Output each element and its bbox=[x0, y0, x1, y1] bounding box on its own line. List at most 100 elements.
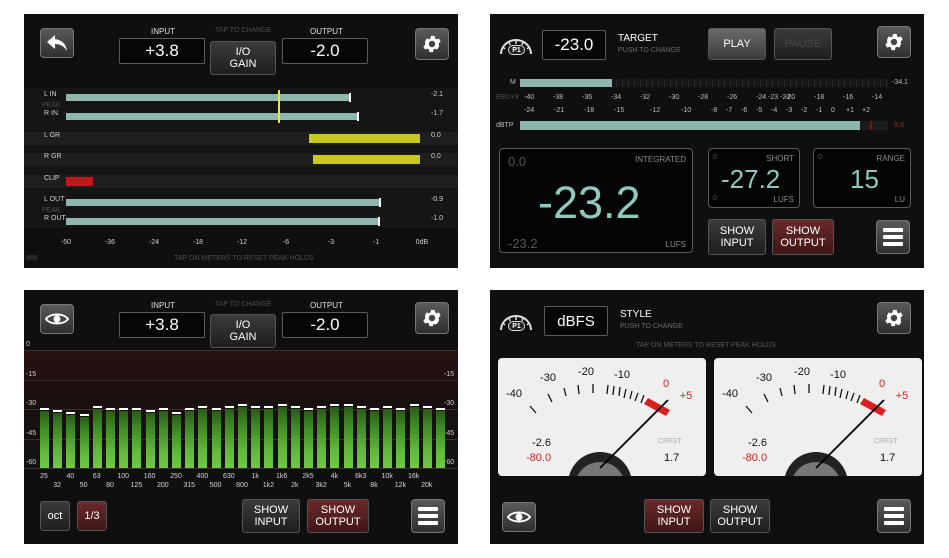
view-toggle-button[interactable] bbox=[502, 502, 536, 532]
input-gain-marker bbox=[278, 90, 280, 123]
menu-button[interactable] bbox=[876, 220, 910, 254]
meter-row-l-gr[interactable]: L GR 0.0 bbox=[24, 132, 458, 145]
momentary-meter[interactable] bbox=[520, 79, 888, 87]
view-toggle-button[interactable] bbox=[40, 304, 74, 334]
frequency-label: 10k bbox=[381, 473, 393, 480]
settings-button[interactable] bbox=[415, 302, 449, 334]
frequency-label: 160 bbox=[143, 473, 156, 480]
meter-mode-readout[interactable]: dBFS bbox=[544, 306, 608, 336]
true-peak-scale-label: -6 bbox=[741, 107, 748, 114]
spectrum-peak-cap bbox=[66, 411, 76, 414]
corner-label: 666 bbox=[26, 255, 38, 262]
settings-button[interactable] bbox=[415, 28, 449, 60]
menu-button[interactable] bbox=[877, 499, 911, 533]
spectrum-band-bar bbox=[343, 407, 353, 468]
menu-icon bbox=[884, 507, 904, 525]
spectrum-band-bar bbox=[106, 410, 115, 468]
show-output-button[interactable]: SHOW OUTPUT bbox=[772, 219, 834, 255]
spectrum-peak-cap bbox=[290, 406, 300, 408]
pause-button[interactable]: PAUSE bbox=[774, 28, 832, 60]
io-gain-button[interactable]: I/O GAIN bbox=[210, 314, 276, 348]
gear-icon bbox=[423, 309, 441, 327]
level-bar bbox=[66, 199, 380, 206]
meter-row-clip[interactable]: CLIP bbox=[24, 175, 458, 188]
spectrum-band-bar bbox=[409, 407, 419, 468]
scale-label: -24 bbox=[148, 239, 160, 246]
vu-meter-right[interactable]: -40 -30 -20 -10 0 +5 -2.6 -80.0 CREST 1.… bbox=[714, 358, 922, 476]
spectrum-band-bar bbox=[304, 410, 313, 468]
dbtp-label: dBTP bbox=[496, 122, 514, 129]
scale-label: -1 bbox=[372, 239, 380, 246]
settings-button[interactable] bbox=[877, 26, 911, 58]
peak-hold bbox=[378, 217, 380, 226]
vu-meter-left[interactable]: -40 -30 -20 -10 0 +5 -2.6 -80.0 CREST 1.… bbox=[498, 358, 706, 476]
true-peak-scale-label: +2 bbox=[862, 107, 870, 114]
loudness-scale-label: -36 bbox=[582, 94, 593, 101]
frequency-label: 32 bbox=[53, 482, 62, 489]
peak-label: PEAK bbox=[42, 102, 61, 109]
meter-value: -0.9 bbox=[431, 196, 444, 203]
io-gain-button[interactable]: I/O GAIN bbox=[210, 41, 276, 75]
grid-line bbox=[24, 468, 458, 469]
meter-row-r-out[interactable]: R OUT -1.0 bbox=[24, 215, 458, 228]
settings-button[interactable] bbox=[877, 302, 911, 334]
show-input-button[interactable]: SHOW INPUT bbox=[242, 499, 300, 533]
spectrum-peak-cap bbox=[224, 406, 234, 408]
range-box[interactable]: 0 RANGE 15 LU bbox=[813, 148, 911, 208]
play-button[interactable]: PLAY bbox=[708, 28, 766, 60]
target-hint: PUSH TO CHANGE bbox=[618, 47, 681, 54]
crest-value: 1.7 bbox=[880, 452, 896, 464]
show-output-button[interactable]: SHOW OUTPUT bbox=[307, 499, 369, 533]
preset-badge[interactable]: P1 bbox=[498, 312, 534, 332]
true-peak-meter[interactable] bbox=[520, 121, 888, 130]
spectrum-band-bar bbox=[422, 409, 432, 468]
vu-tick-label: +5 bbox=[679, 390, 693, 402]
vu-peak-value: -2.6 bbox=[532, 437, 551, 449]
spectrum-band-bar bbox=[185, 410, 195, 468]
spectrum-panel: INPUT +3.8 TAP TO CHANGE I/O GAIN OUTPUT… bbox=[24, 290, 458, 544]
frequency-label: 80 bbox=[106, 482, 114, 489]
loudness-scale-label: -40 bbox=[524, 94, 535, 101]
show-output-button[interactable]: SHOW OUTPUT bbox=[710, 499, 770, 533]
spectrum-band-bar bbox=[238, 407, 247, 468]
spectrum-band-bar bbox=[383, 409, 393, 468]
meter-row-l-in[interactable]: L IN -2.1 bbox=[24, 91, 458, 104]
spectrum-peak-cap bbox=[317, 406, 327, 408]
meter-row-r-in[interactable]: R IN -1.7 bbox=[24, 110, 458, 123]
show-input-button[interactable]: SHOW INPUT bbox=[708, 219, 766, 255]
true-peak-scale-label: -4 bbox=[771, 107, 778, 114]
scale-label: -36 bbox=[104, 239, 116, 246]
short-term-box[interactable]: 0 SHORT -27.2 0 LUFS bbox=[708, 148, 800, 208]
eye-icon bbox=[507, 511, 531, 523]
output-gain-readout[interactable]: -2.0 bbox=[282, 312, 368, 338]
meter-value: -1.7 bbox=[431, 110, 444, 117]
third-octave-button[interactable]: 1/3 bbox=[77, 501, 107, 531]
input-gain-readout[interactable]: +3.8 bbox=[119, 312, 205, 338]
true-peak-scale-label: -18 bbox=[584, 107, 595, 114]
true-peak-scale-label: -2 bbox=[801, 107, 808, 114]
frequency-label: 8k bbox=[370, 482, 378, 489]
spectrum-band-bar bbox=[264, 409, 274, 468]
menu-button[interactable] bbox=[411, 499, 445, 533]
target-readout[interactable]: -23.0 bbox=[542, 30, 606, 60]
back-button[interactable] bbox=[40, 28, 74, 58]
show-input-button[interactable]: SHOW INPUT bbox=[644, 499, 704, 533]
spectrum-peak-cap bbox=[185, 407, 195, 410]
spectrum-band-bar bbox=[224, 409, 234, 468]
output-gain-readout[interactable]: -2.0 bbox=[282, 38, 368, 64]
loudness-scale-label: -18 bbox=[814, 94, 825, 101]
true-peak-scale-label: -1 bbox=[816, 107, 823, 114]
meter-row-r-gr[interactable]: R GR 0.0 bbox=[24, 153, 458, 166]
integrated-box[interactable]: 0.0 INTEGRATED -23.2 -23.2 LUFS bbox=[499, 148, 693, 253]
true-peak-scale-label: -12 bbox=[650, 107, 661, 114]
octave-button[interactable]: oct bbox=[40, 501, 70, 531]
preset-badge[interactable]: P1 bbox=[498, 36, 534, 56]
input-gain-readout[interactable]: +3.8 bbox=[119, 38, 205, 64]
loudness-scale-label: -14 bbox=[872, 94, 883, 101]
spectrum-peak-cap bbox=[422, 406, 432, 408]
vu-tick-label: -30 bbox=[540, 372, 556, 384]
true-peak-value: -5.6 bbox=[892, 122, 905, 129]
meter-label: CLIP bbox=[44, 175, 60, 182]
meter-row-l-out[interactable]: L OUT -0.9 bbox=[24, 196, 458, 209]
meter-label: L GR bbox=[44, 132, 61, 139]
